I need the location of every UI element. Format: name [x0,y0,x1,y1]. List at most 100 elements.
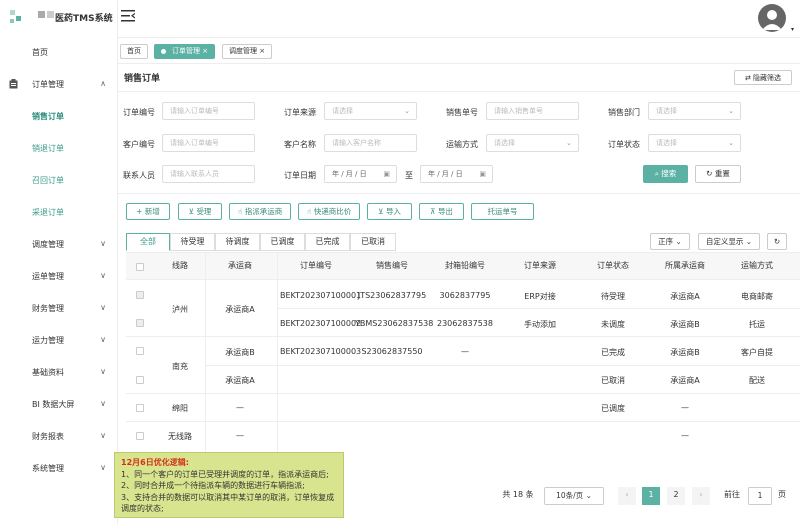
customer-no-input[interactable]: 请输入订单编号 [162,134,255,152]
order-no-cell[interactable]: BEKT202307100003 [280,347,361,356]
filter-label: 订单状态 [608,140,640,149]
express-compare-button[interactable]: ☝ 快递商比价 [298,203,360,220]
row-checkbox[interactable] [136,291,144,299]
hide-filter-button[interactable]: ⇄ 隐藏筛选 [734,70,792,85]
tab-order-management[interactable]: 订单管理 × [154,44,216,59]
tab-dispatch[interactable]: 调度管理 × [222,44,273,59]
brand-mark-icon [47,11,54,18]
filter-label: 订单日期 [284,171,316,180]
column-header: 线路 [172,261,188,270]
sort-select[interactable]: 正序 ⌄ [650,233,690,250]
sales-no-cell: S23062837550 [361,347,423,356]
order-status-select[interactable]: 请选择 ⌄ [648,134,741,152]
row-checkbox[interactable] [136,404,144,412]
logo-icon [10,10,26,24]
accept-button[interactable]: ⊻ 受理 [178,203,222,220]
carrier-cell: 承运商B [670,320,700,329]
status-tab-pending-dispatch[interactable]: 待调度 [215,233,260,251]
user-avatar[interactable] [758,4,786,32]
page-1-button[interactable]: 1 [642,487,660,505]
close-icon[interactable]: × [202,47,208,55]
chevron-down-icon: ∨ [100,303,106,312]
chevron-down-icon: ⌄ [585,491,592,500]
assign-carrier-button[interactable]: ☝ 指派承运商 [229,203,291,220]
menu-dispatch[interactable]: 调度管理 ∨ [0,236,118,252]
note-line: 1、同一个客户的订单已受理并调度的订单，指派承运商后; [121,469,329,479]
route-cell: 无线路 [168,432,192,441]
next-page-button[interactable]: › [692,487,710,505]
status-cell: 待受理 [601,292,625,301]
row-checkbox[interactable] [136,319,144,327]
chevron-up-icon: ∧ [100,79,106,88]
column-header: 订单状态 [597,261,629,270]
row-checkbox[interactable] [136,347,144,355]
order-no-cell[interactable]: BEKT202307100001 [280,291,361,300]
menu-sales-return-order[interactable]: 销退订单 [0,140,118,156]
chevron-down-icon: ∨ [100,335,106,344]
status-tab-dispatched[interactable]: 已调度 [260,233,305,251]
order-source-select[interactable]: 请选择 ⌄ [324,102,417,120]
optimization-note: 12月6日优化逻辑: 1、同一个客户的订单已受理并调度的订单，指派承运商后; 2… [114,452,344,518]
page-title: 销售订单 [124,74,161,84]
menu-base-data[interactable]: 基础资料 ∨ [0,364,118,380]
menu-finance[interactable]: 财务管理 ∨ [0,300,118,316]
menu-finance-report[interactable]: 财务报表 ∨ [0,428,118,444]
menu-purchase-return-order[interactable]: 采退订单 [0,204,118,220]
date-to-input[interactable]: 年 / 月 / 日 ▣ [420,165,493,183]
row-checkbox[interactable] [136,376,144,384]
carrier-cell: 承运商A [225,305,255,314]
menu-collapse-icon[interactable] [121,10,135,22]
menu-order-management[interactable]: 订单管理 ∧ [0,76,118,92]
select-all-checkbox[interactable] [136,263,144,271]
chevron-down-icon: ⌄ [404,107,410,115]
caret-down-icon[interactable]: ▾ [791,26,794,33]
page-jump-input[interactable]: 1 [748,487,772,505]
order-no-input[interactable]: 请输入订单编号 [162,102,255,120]
status-tab-all[interactable]: 全部 [126,233,170,251]
chevron-down-icon: ∨ [100,399,106,408]
status-tab-pending-accept[interactable]: 待受理 [170,233,215,251]
menu-waybill[interactable]: 运单管理 ∨ [0,268,118,284]
menu-home[interactable]: 首页 [0,44,118,60]
calendar-icon: ▣ [479,170,486,178]
prev-page-button[interactable]: ‹ [618,487,636,505]
menu-recall-order[interactable]: 召回订单 [0,172,118,188]
export-button[interactable]: ⊼ 导出 [419,203,464,220]
refresh-button[interactable]: ↻ [767,233,787,250]
source-cell: ERP对接 [524,292,556,301]
page-2-button[interactable]: 2 [667,487,685,505]
menu-sales-order[interactable]: 销售订单 [0,108,118,124]
transport-mode-select[interactable]: 请选择 ⌄ [486,134,579,152]
menu-capacity[interactable]: 运力管理 ∨ [0,332,118,348]
import-icon: ⊻ [378,207,386,216]
carrier-cell: — [681,403,689,412]
customer-name-input[interactable]: 请输入客户名称 [324,134,417,152]
add-button[interactable]: + 新增 [126,203,170,220]
consign-no-button[interactable]: 托运单号 [471,203,534,220]
status-tab-cancelled[interactable]: 已取消 [350,233,396,251]
filter-label: 运输方式 [446,140,478,149]
tab-home[interactable]: 首页 [120,44,148,59]
close-icon[interactable]: × [259,47,265,55]
carrier-cell: 承运商A [670,292,700,301]
row-checkbox[interactable] [136,432,144,440]
filter-label: 联系人员 [123,171,155,180]
column-header: 订单编号 [300,261,332,270]
chevron-down-icon: ∨ [100,463,106,472]
menu-bi-screen[interactable]: BI 数据大屏 ∨ [0,396,118,412]
menu-system[interactable]: 系统管理 ∨ [0,460,118,476]
contact-input[interactable]: 请输入联系人员 [162,165,255,183]
sales-no-input[interactable]: 请输入销售单号 [486,102,579,120]
column-header: 封箱铅编号 [445,261,485,270]
search-button[interactable]: ⌕ 搜索 [643,165,688,183]
filter-label: 订单编号 [123,108,155,117]
sales-dept-select[interactable]: 请选择 ⌄ [648,102,741,120]
order-no-cell[interactable]: BEKT202307100002 [280,319,361,328]
custom-display-select[interactable]: 自定义显示 ⌄ [698,233,760,250]
status-tab-completed[interactable]: 已完成 [305,233,350,251]
column-header: 承运商 [228,261,252,270]
import-button[interactable]: ⊻ 导入 [367,203,412,220]
page-size-select[interactable]: 10条/页 ⌄ [544,487,604,505]
reset-button[interactable]: ↻ 重置 [695,165,741,183]
date-from-input[interactable]: 年 / 月 / 日 ▣ [324,165,397,183]
